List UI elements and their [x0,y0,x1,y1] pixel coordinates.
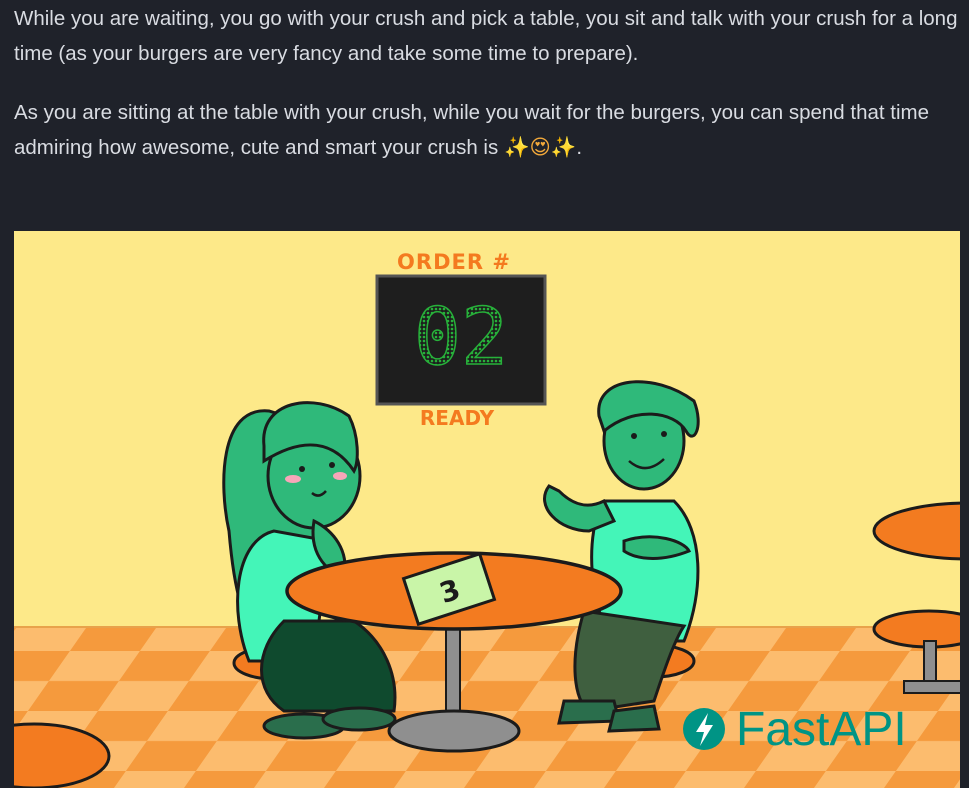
order-display: ORDER # 02 READY [375,250,547,430]
burger-restaurant-illustration: ORDER # 02 READY 3 FastAPI [14,231,960,788]
order-label: ORDER # [397,250,511,274]
paragraph-1: While you are waiting, you go with your … [14,1,959,71]
paragraph-2-text: As you are sitting at the table with you… [14,101,930,159]
order-number: 02 [414,293,508,383]
ready-label: READY [420,406,495,430]
paragraph-2-end: . [576,136,583,159]
paragraph-2: As you are sitting at the table with you… [14,95,959,165]
paragraph-1-text: While you are waiting, you go with your … [14,7,958,65]
sparkles-icon: ✨ [503,135,530,159]
heart-eyes-icon: 😍 [529,135,551,159]
brand-name: FastAPI [736,703,907,756]
sparkles-icon: ✨ [550,135,577,159]
